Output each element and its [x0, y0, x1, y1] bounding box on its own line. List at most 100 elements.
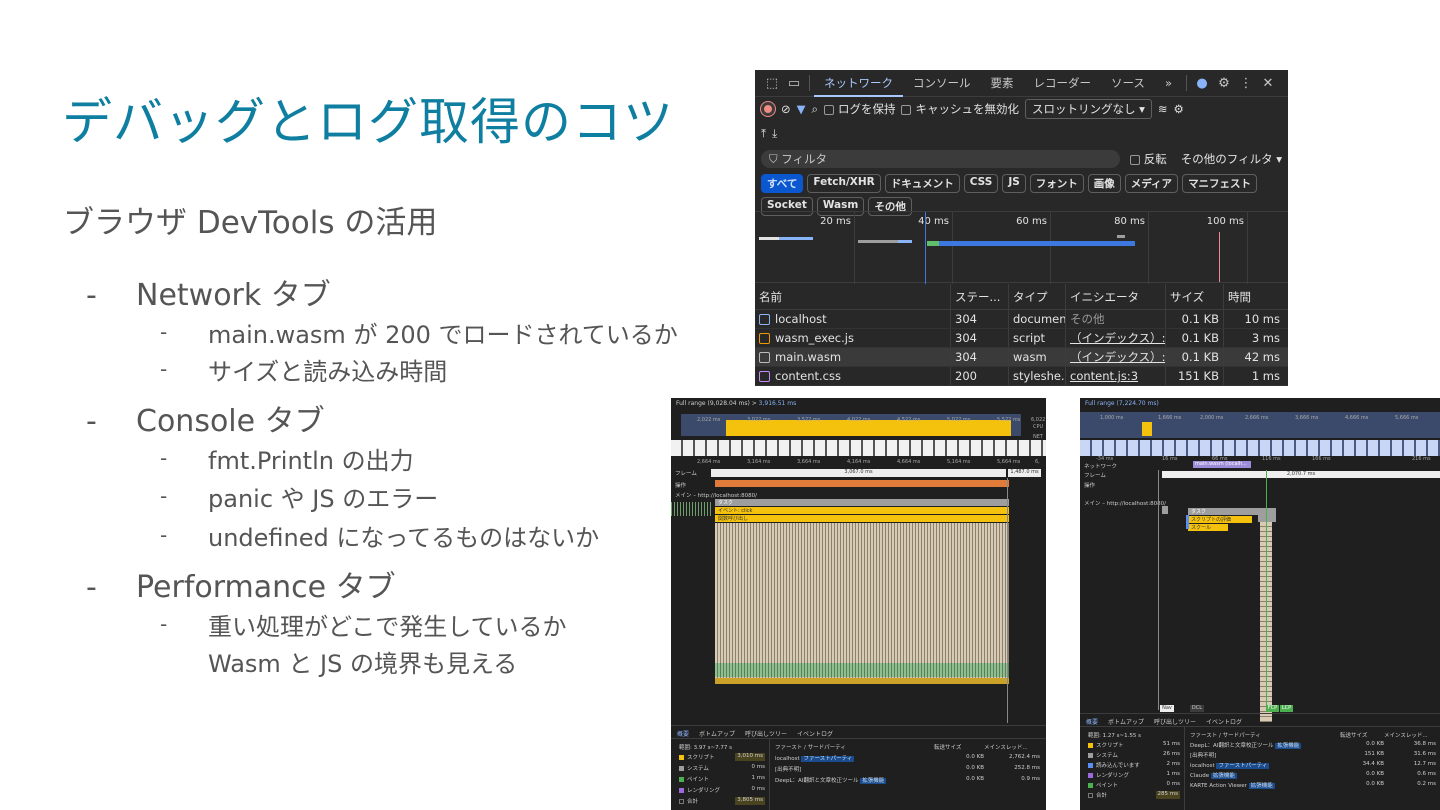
frame-bar[interactable]: 2,070.7 ms	[1162, 471, 1440, 478]
ruler-label: 3,666 ms	[1295, 415, 1319, 421]
bottom-tab-bar: 概要 ボトムアップ 呼び出しツリー イベントログ	[1086, 717, 1242, 726]
screenshot-strip[interactable]	[1080, 440, 1440, 456]
task-bar[interactable]: タスク	[1188, 508, 1260, 515]
party-row[interactable]: DeepL：AI翻訳と文章校正ツール 拡張機能 0.0 KB 0.9 ms	[775, 776, 1040, 784]
inspect-icon[interactable]: ⬚	[761, 76, 783, 91]
wifi-settings-icon[interactable]: ≋	[1158, 102, 1168, 116]
chip-js[interactable]: JS	[1002, 174, 1026, 193]
chip-manifest[interactable]: マニフェスト	[1182, 174, 1258, 193]
ai-assistant-icon[interactable]: ●	[1191, 76, 1213, 91]
screenshot-strip[interactable]	[671, 440, 1046, 456]
tab-summary[interactable]: 概要	[677, 729, 689, 738]
upload-icon[interactable]: ⤒	[761, 126, 766, 141]
search-icon[interactable]: ⌕	[812, 102, 818, 117]
preserve-log-checkbox[interactable]: ログを保持	[823, 101, 895, 117]
request-initiator-link[interactable]: content.js:3	[1066, 367, 1166, 385]
close-icon[interactable]: ✕	[1257, 76, 1279, 91]
script-eval-bar[interactable]: スクリプトの評価	[1188, 516, 1252, 523]
ruler-label: 3,164 ms	[747, 459, 771, 465]
request-initiator: その他	[1066, 310, 1166, 328]
chip-media[interactable]: メディア	[1124, 174, 1179, 193]
filter-icon[interactable]: ▼	[797, 102, 806, 116]
table-row[interactable]: content.css 200 styleshe... content.js:3…	[755, 367, 1288, 386]
column-name[interactable]: 名前	[755, 284, 951, 309]
chip-css[interactable]: CSS	[963, 174, 999, 193]
network-track-label[interactable]: ネットワーク	[1084, 462, 1117, 470]
main-thread-label[interactable]: メイン – http://localhost:8080/	[1084, 499, 1166, 507]
task-bar[interactable]: タスク	[715, 499, 1009, 506]
frames-track-label[interactable]: フレーム	[675, 469, 697, 477]
request-initiator-link[interactable]: （インデックス）:9	[1066, 329, 1166, 347]
compile-bar[interactable]: スクール	[1188, 524, 1228, 531]
column-time[interactable]: 時間	[1224, 284, 1284, 309]
fcp-marker[interactable]: FCP	[1266, 705, 1279, 712]
nav-marker[interactable]: Nav	[1160, 705, 1174, 712]
column-type[interactable]: タイプ	[1009, 284, 1066, 309]
party-row[interactable]: Claude 拡張機能 0.0 KB 0.6 ms	[1190, 771, 1436, 779]
tab-call-tree[interactable]: 呼び出しツリー	[1154, 717, 1196, 726]
ruler-label: 2,664 ms	[697, 459, 721, 465]
tab-network[interactable]: ネットワーク	[814, 70, 903, 97]
record-icon[interactable]	[760, 101, 776, 117]
table-row[interactable]: main.wasm 304 wasm （インデックス）:1 0.1 KB 42 …	[755, 348, 1288, 367]
more-filters-button[interactable]: その他のフィルタ ▾	[1181, 151, 1282, 167]
operations-track-label[interactable]: 操作	[675, 481, 686, 489]
flame-chart[interactable]	[715, 523, 1009, 678]
column-size[interactable]: サイズ	[1166, 284, 1224, 309]
tab-summary[interactable]: 概要	[1086, 717, 1098, 726]
tab-bottom-up[interactable]: ボトムアップ	[1108, 717, 1144, 726]
wasm-file-icon	[759, 352, 770, 363]
operations-track-label[interactable]: 操作	[1084, 481, 1095, 489]
gear-icon[interactable]: ⚙	[1213, 76, 1235, 91]
tab-console[interactable]: コンソール	[903, 70, 981, 97]
invert-checkbox[interactable]: 反転	[1129, 151, 1167, 167]
tab-call-tree[interactable]: 呼び出しツリー	[745, 729, 787, 738]
tab-event-log[interactable]: イベントログ	[1206, 717, 1242, 726]
frame-bar[interactable]: 3,067.0 ms	[711, 469, 1006, 477]
download-icon[interactable]: ⤓	[772, 126, 777, 141]
network-settings-icon[interactable]: ⚙	[1174, 102, 1184, 116]
disable-cache-checkbox[interactable]: キャッシュを無効化	[901, 101, 1019, 117]
request-size: 151 KB	[1166, 367, 1224, 385]
throttling-select[interactable]: スロットリングなし ▾	[1024, 99, 1152, 119]
frame-bar[interactable]: 1,487.0 ms	[1008, 469, 1041, 477]
table-row[interactable]: wasm_exec.js 304 script （インデックス）:9 0.1 K…	[755, 329, 1288, 348]
network-overview-timeline[interactable]: 20 ms 40 ms 60 ms 80 ms 100 ms	[755, 211, 1288, 284]
chip-doc[interactable]: ドキュメント	[884, 174, 960, 193]
party-row[interactable]: KARTE Action Viewer 拡張機能 0.0 KB 0.2 ms	[1190, 781, 1436, 789]
frames-track-label[interactable]: フレーム	[1084, 471, 1106, 479]
column-status[interactable]: ステー...	[951, 284, 1009, 309]
event-bar[interactable]: イベント: click	[715, 507, 1009, 514]
tab-elements[interactable]: 要素	[981, 70, 1024, 97]
kebab-menu-icon[interactable]: ⋮	[1235, 76, 1257, 91]
table-row[interactable]: localhost 304 document その他 0.1 KB 10 ms	[755, 310, 1288, 329]
chip-all[interactable]: すべて	[761, 174, 804, 193]
chip-img[interactable]: 画像	[1087, 174, 1121, 193]
dcl-marker[interactable]: DCL	[1190, 705, 1204, 712]
party-row[interactable]: DeepL：AI翻訳と文章校正ツール 拡張機能 0.0 KB 36.8 ms	[1190, 741, 1436, 749]
party-row[interactable]: localhost ファーストパーティ 34.4 KB 12.7 ms	[1190, 761, 1436, 769]
tab-event-log[interactable]: イベントログ	[797, 729, 833, 738]
tab-recorder[interactable]: レコーダー	[1024, 70, 1102, 97]
summary-row: システム 26 ms	[1088, 751, 1180, 759]
tab-sources[interactable]: ソース	[1101, 70, 1155, 97]
request-initiator-link[interactable]: （インデックス）:1	[1066, 348, 1166, 366]
party-row[interactable]: localhost ファーストパーティ 0.0 KB 2,762.4 ms	[775, 754, 1040, 762]
lcp-marker[interactable]: LCP	[1280, 705, 1293, 712]
chip-fetch[interactable]: Fetch/XHR	[807, 174, 881, 193]
operation-bar[interactable]	[715, 480, 1009, 487]
column-initiator[interactable]: イニシエータ	[1066, 284, 1166, 309]
clear-icon[interactable]: ⊘	[781, 102, 791, 116]
main-thread-label[interactable]: メイン – http://localhost:8080/	[675, 491, 757, 499]
chip-font[interactable]: フォント	[1029, 174, 1084, 193]
party-row[interactable]: [出典不明] 0.0 KB 252.8 ms	[775, 765, 1040, 773]
filter-input[interactable]: ⛉ フィルタ	[761, 150, 1120, 168]
party-row[interactable]: [出典不明] 151 KB 31.6 ms	[1190, 751, 1436, 759]
tab-bottom-up[interactable]: ボトムアップ	[699, 729, 735, 738]
wasm-network-bar[interactable]: main.wasm (localh...	[1193, 461, 1251, 468]
function-call-bar[interactable]: 関数呼び出し	[715, 515, 1009, 522]
task-bar[interactable]	[1162, 506, 1168, 514]
device-toolbar-icon[interactable]: ▭	[783, 76, 805, 91]
ruler-label: 1,666 ms	[1158, 415, 1182, 421]
more-tabs-icon[interactable]: »	[1155, 70, 1182, 97]
